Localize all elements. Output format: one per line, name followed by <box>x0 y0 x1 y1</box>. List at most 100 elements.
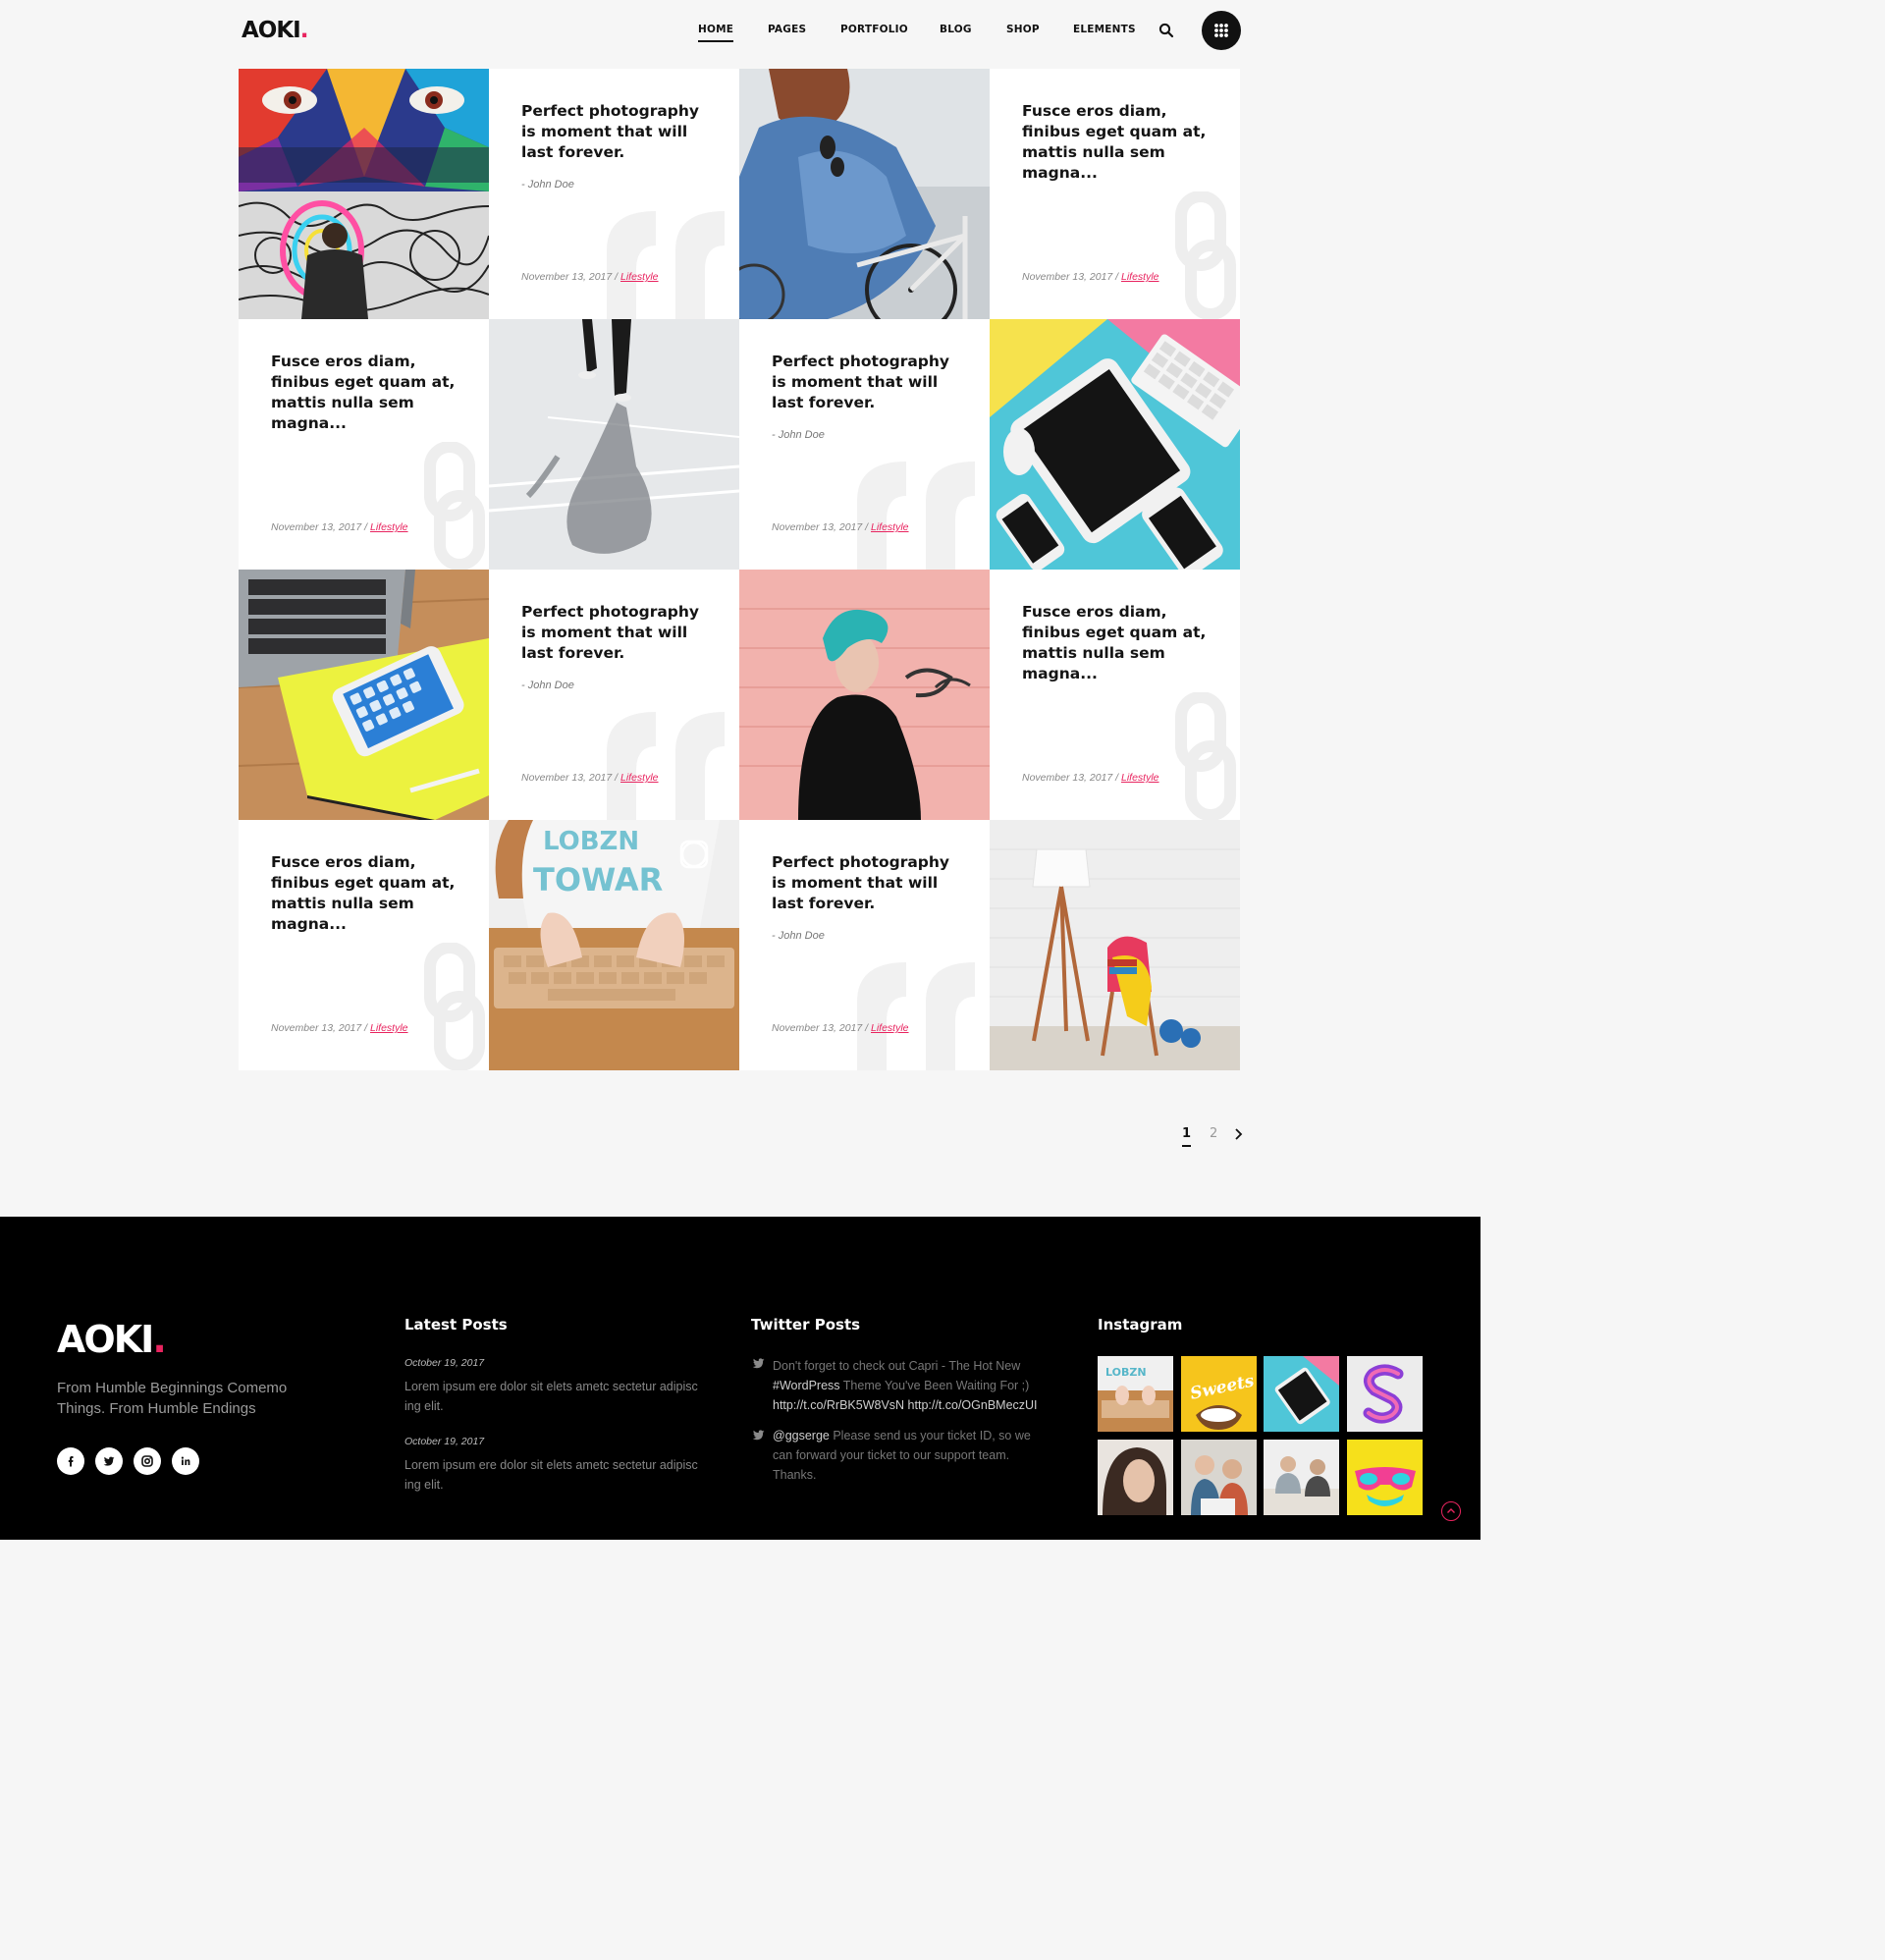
laptop-phone-photo <box>239 570 489 820</box>
link-post-card[interactable]: Fusce eros diam, finibus eget quam at, m… <box>239 319 489 570</box>
quote-post-card[interactable]: Perfect photography is moment that will … <box>739 319 990 570</box>
chevron-right-icon <box>1235 1128 1243 1140</box>
next-page-button[interactable] <box>1233 1128 1243 1144</box>
site-footer: AOKI. From Humble Beginnings Comemo Thin… <box>0 1217 1481 1540</box>
svg-text:LOBZN: LOBZN <box>543 827 639 856</box>
tweet-link[interactable]: http://t.co/RrBK5W8VsN http://t.co/OGnBM… <box>773 1398 1038 1412</box>
quote-mark-icon <box>857 962 975 1070</box>
post-image-lamp[interactable] <box>990 820 1240 1070</box>
category-link[interactable]: Lifestyle <box>370 521 408 533</box>
post-date: November 13, 2017 <box>772 1022 863 1034</box>
category-link[interactable]: Lifestyle <box>620 271 659 283</box>
instagram-thumb[interactable] <box>1098 1440 1173 1515</box>
thumb-sunglasses-photo <box>1347 1440 1423 1515</box>
thumb-typing-photo: LOBZN <box>1098 1356 1173 1432</box>
category-link[interactable]: Lifestyle <box>370 1022 408 1034</box>
instagram-thumb[interactable] <box>1347 1440 1423 1515</box>
nav-blog[interactable]: BLOG <box>940 24 972 35</box>
thumb-sweets-photo: Sweets <box>1181 1356 1257 1432</box>
meta-separator: / <box>361 1022 370 1034</box>
instagram-thumb[interactable] <box>1264 1356 1339 1432</box>
post-image-walking[interactable] <box>489 319 739 570</box>
chevron-up-icon <box>1447 1508 1455 1513</box>
hashtag-link[interactable]: #WordPress <box>773 1379 840 1392</box>
instagram-heading: Instagram <box>1098 1316 1183 1334</box>
instagram-thumb[interactable] <box>1264 1440 1339 1515</box>
quote-post-card[interactable]: Perfect photography is moment that will … <box>739 820 990 1070</box>
post-image-street-art[interactable] <box>239 69 489 319</box>
post-title[interactable]: Fusce eros diam, finibus eget quam at, m… <box>1022 101 1218 184</box>
nav-portfolio[interactable]: PORTFOLIO <box>840 24 908 35</box>
post-image-typing[interactable]: LOBZN TOWAR <box>489 820 739 1070</box>
post-date: November 13, 2017 <box>772 521 863 533</box>
page-2-link[interactable]: 2 <box>1210 1126 1217 1141</box>
link-chain-icon <box>1175 692 1236 820</box>
post-meta: November 13, 2017 / Lifestyle <box>271 1022 408 1034</box>
category-link[interactable]: Lifestyle <box>1121 271 1159 283</box>
link-post-card[interactable]: Fusce eros diam, finibus eget quam at, m… <box>990 570 1240 820</box>
quote-post-card[interactable]: Perfect photography is moment that will … <box>489 69 739 319</box>
instagram-thumb[interactable] <box>1181 1440 1257 1515</box>
twitter-posts-heading: Twitter Posts <box>751 1316 861 1334</box>
post-meta: November 13, 2017 / Lifestyle <box>772 521 909 533</box>
site-header: AOKI. HOME PAGES PORTFOLIO BLOG SHOP ELE… <box>0 0 1481 61</box>
search-icon[interactable] <box>1158 23 1174 38</box>
link-chain-icon <box>1175 191 1236 319</box>
grid-menu-button[interactable] <box>1202 11 1241 50</box>
footer-post-link[interactable]: Lorem ipsum ere dolor sit elets ametc se… <box>404 1377 699 1416</box>
quote-post-card[interactable]: Perfect photography is moment that will … <box>489 570 739 820</box>
post-title[interactable]: Fusce eros diam, finibus eget quam at, m… <box>1022 602 1218 684</box>
thumb-3d-letter-photo <box>1347 1356 1423 1432</box>
post-title[interactable]: Perfect photography is moment that will … <box>521 101 718 163</box>
link-post-card[interactable]: Fusce eros diam, finibus eget quam at, m… <box>239 820 489 1070</box>
post-date: November 13, 2017 <box>271 521 362 533</box>
category-link[interactable]: Lifestyle <box>620 772 659 784</box>
post-title[interactable]: Fusce eros diam, finibus eget quam at, m… <box>271 852 467 935</box>
post-image-laptop[interactable] <box>239 570 489 820</box>
post-date: November 13, 2017 <box>1022 772 1113 784</box>
post-image-tablet[interactable] <box>990 319 1240 570</box>
linkedin-link[interactable] <box>172 1447 199 1475</box>
nav-home[interactable]: HOME <box>698 24 734 42</box>
post-title[interactable]: Perfect photography is moment that will … <box>521 602 718 664</box>
instagram-link[interactable] <box>134 1447 161 1475</box>
mention-link[interactable]: @ggserge <box>773 1429 830 1443</box>
category-link[interactable]: Lifestyle <box>871 1022 909 1034</box>
thumb-portrait-photo <box>1098 1440 1173 1515</box>
post-title[interactable]: Perfect photography is moment that will … <box>772 852 968 914</box>
twitter-bird-icon <box>752 1358 765 1369</box>
quote-author: - John Doe <box>521 179 574 191</box>
tweet-text: @ggserge Please send us your ticket ID, … <box>773 1429 1031 1482</box>
post-image-woman[interactable] <box>739 570 990 820</box>
page-1-link[interactable]: 1 <box>1182 1126 1192 1147</box>
twitter-link[interactable] <box>95 1447 123 1475</box>
nav-pages[interactable]: PAGES <box>768 24 806 35</box>
instagram-thumb[interactable] <box>1347 1356 1423 1432</box>
instagram-thumb[interactable]: LOBZN <box>1098 1356 1173 1432</box>
nav-shop[interactable]: SHOP <box>1006 24 1040 35</box>
post-title[interactable]: Fusce eros diam, finibus eget quam at, m… <box>271 352 467 434</box>
post-title[interactable]: Perfect photography is moment that will … <box>772 352 968 413</box>
footer-logo[interactable]: AOKI. <box>57 1318 167 1361</box>
typing-keyboard-photo: LOBZN TOWAR <box>489 820 739 1070</box>
category-link[interactable]: Lifestyle <box>871 521 909 533</box>
instagram-thumb[interactable]: Sweets <box>1181 1356 1257 1432</box>
post-date: November 13, 2017 <box>1022 271 1113 283</box>
quote-mark-icon <box>857 462 975 570</box>
post-date: November 13, 2017 <box>521 271 613 283</box>
meta-separator: / <box>1112 271 1121 283</box>
category-link[interactable]: Lifestyle <box>1121 772 1159 784</box>
post-meta: November 13, 2017 / Lifestyle <box>1022 772 1159 784</box>
scroll-to-top-button[interactable] <box>1441 1501 1461 1521</box>
tablet-flatlay-photo <box>990 319 1240 570</box>
nav-elements[interactable]: ELEMENTS <box>1073 24 1136 35</box>
post-image-cyclist[interactable] <box>739 69 990 319</box>
footer-tagline: From Humble Beginnings Comemo Things. Fr… <box>57 1380 288 1417</box>
footer-post-link[interactable]: Lorem ipsum ere dolor sit elets ametc se… <box>404 1455 699 1495</box>
post-meta: November 13, 2017 / Lifestyle <box>521 772 659 784</box>
main-nav: HOME PAGES PORTFOLIO BLOG SHOP ELEMENTS <box>0 24 1481 43</box>
walking-shadow-photo <box>489 319 739 570</box>
facebook-link[interactable] <box>57 1447 84 1475</box>
street-art-photo <box>239 69 489 319</box>
link-post-card[interactable]: Fusce eros diam, finibus eget quam at, m… <box>990 69 1240 319</box>
